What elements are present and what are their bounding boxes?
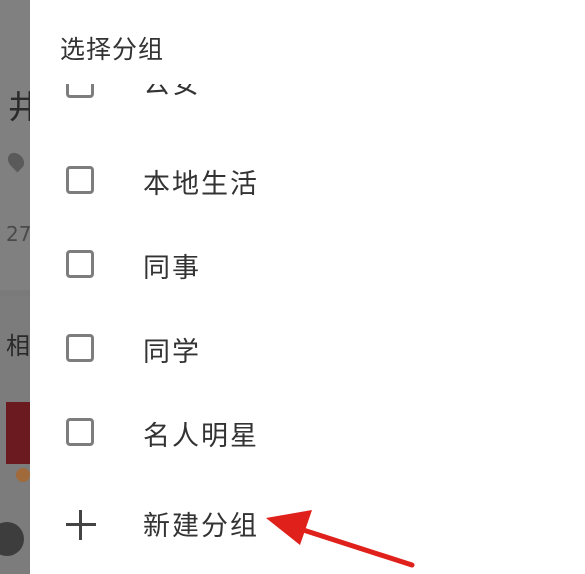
group-item-celebrities[interactable]: 名人明星: [30, 394, 585, 478]
background-section-fragment: 相: [6, 332, 30, 360]
background-thumbnail-badge: [16, 468, 30, 482]
background-count-fragment: 27: [6, 222, 30, 246]
group-item-local-life[interactable]: 本地生活: [30, 142, 585, 226]
group-item-clip: 公安: [30, 84, 585, 124]
dialog-title: 选择分组: [60, 35, 165, 64]
background-thumbnail: [6, 402, 30, 464]
new-group-label: 新建分组: [143, 511, 259, 542]
background-header-area: [0, 0, 30, 290]
group-item-label: 名人明星: [143, 421, 259, 452]
group-item-label: 本地生活: [143, 169, 259, 200]
group-item-label: 公安: [143, 84, 201, 100]
dialog-header: 选择分组: [30, 0, 585, 84]
background-title-fragment: 井: [8, 88, 30, 126]
group-item-label: 同学: [143, 337, 201, 368]
group-checkbox[interactable]: [66, 418, 94, 446]
new-group-button[interactable]: 新建分组: [30, 482, 585, 566]
select-group-dialog: 公安 本地生活 同事 同学 名人明星 新建分组 选择分组: [30, 0, 585, 574]
group-checkbox[interactable]: [66, 334, 94, 362]
group-checkbox[interactable]: [66, 166, 94, 194]
group-checkbox[interactable]: [66, 84, 94, 98]
group-item-classmates[interactable]: 同学: [30, 310, 585, 394]
group-list: 公安 本地生活 同事 同学 名人明星 新建分组: [30, 0, 585, 574]
background-app: 井 27 相: [0, 0, 30, 574]
plus-icon: [64, 508, 98, 542]
group-item-gongan[interactable]: 公安: [30, 84, 585, 124]
group-item-colleagues[interactable]: 同事: [30, 226, 585, 310]
group-checkbox[interactable]: [66, 250, 94, 278]
group-item-label: 同事: [143, 253, 201, 284]
